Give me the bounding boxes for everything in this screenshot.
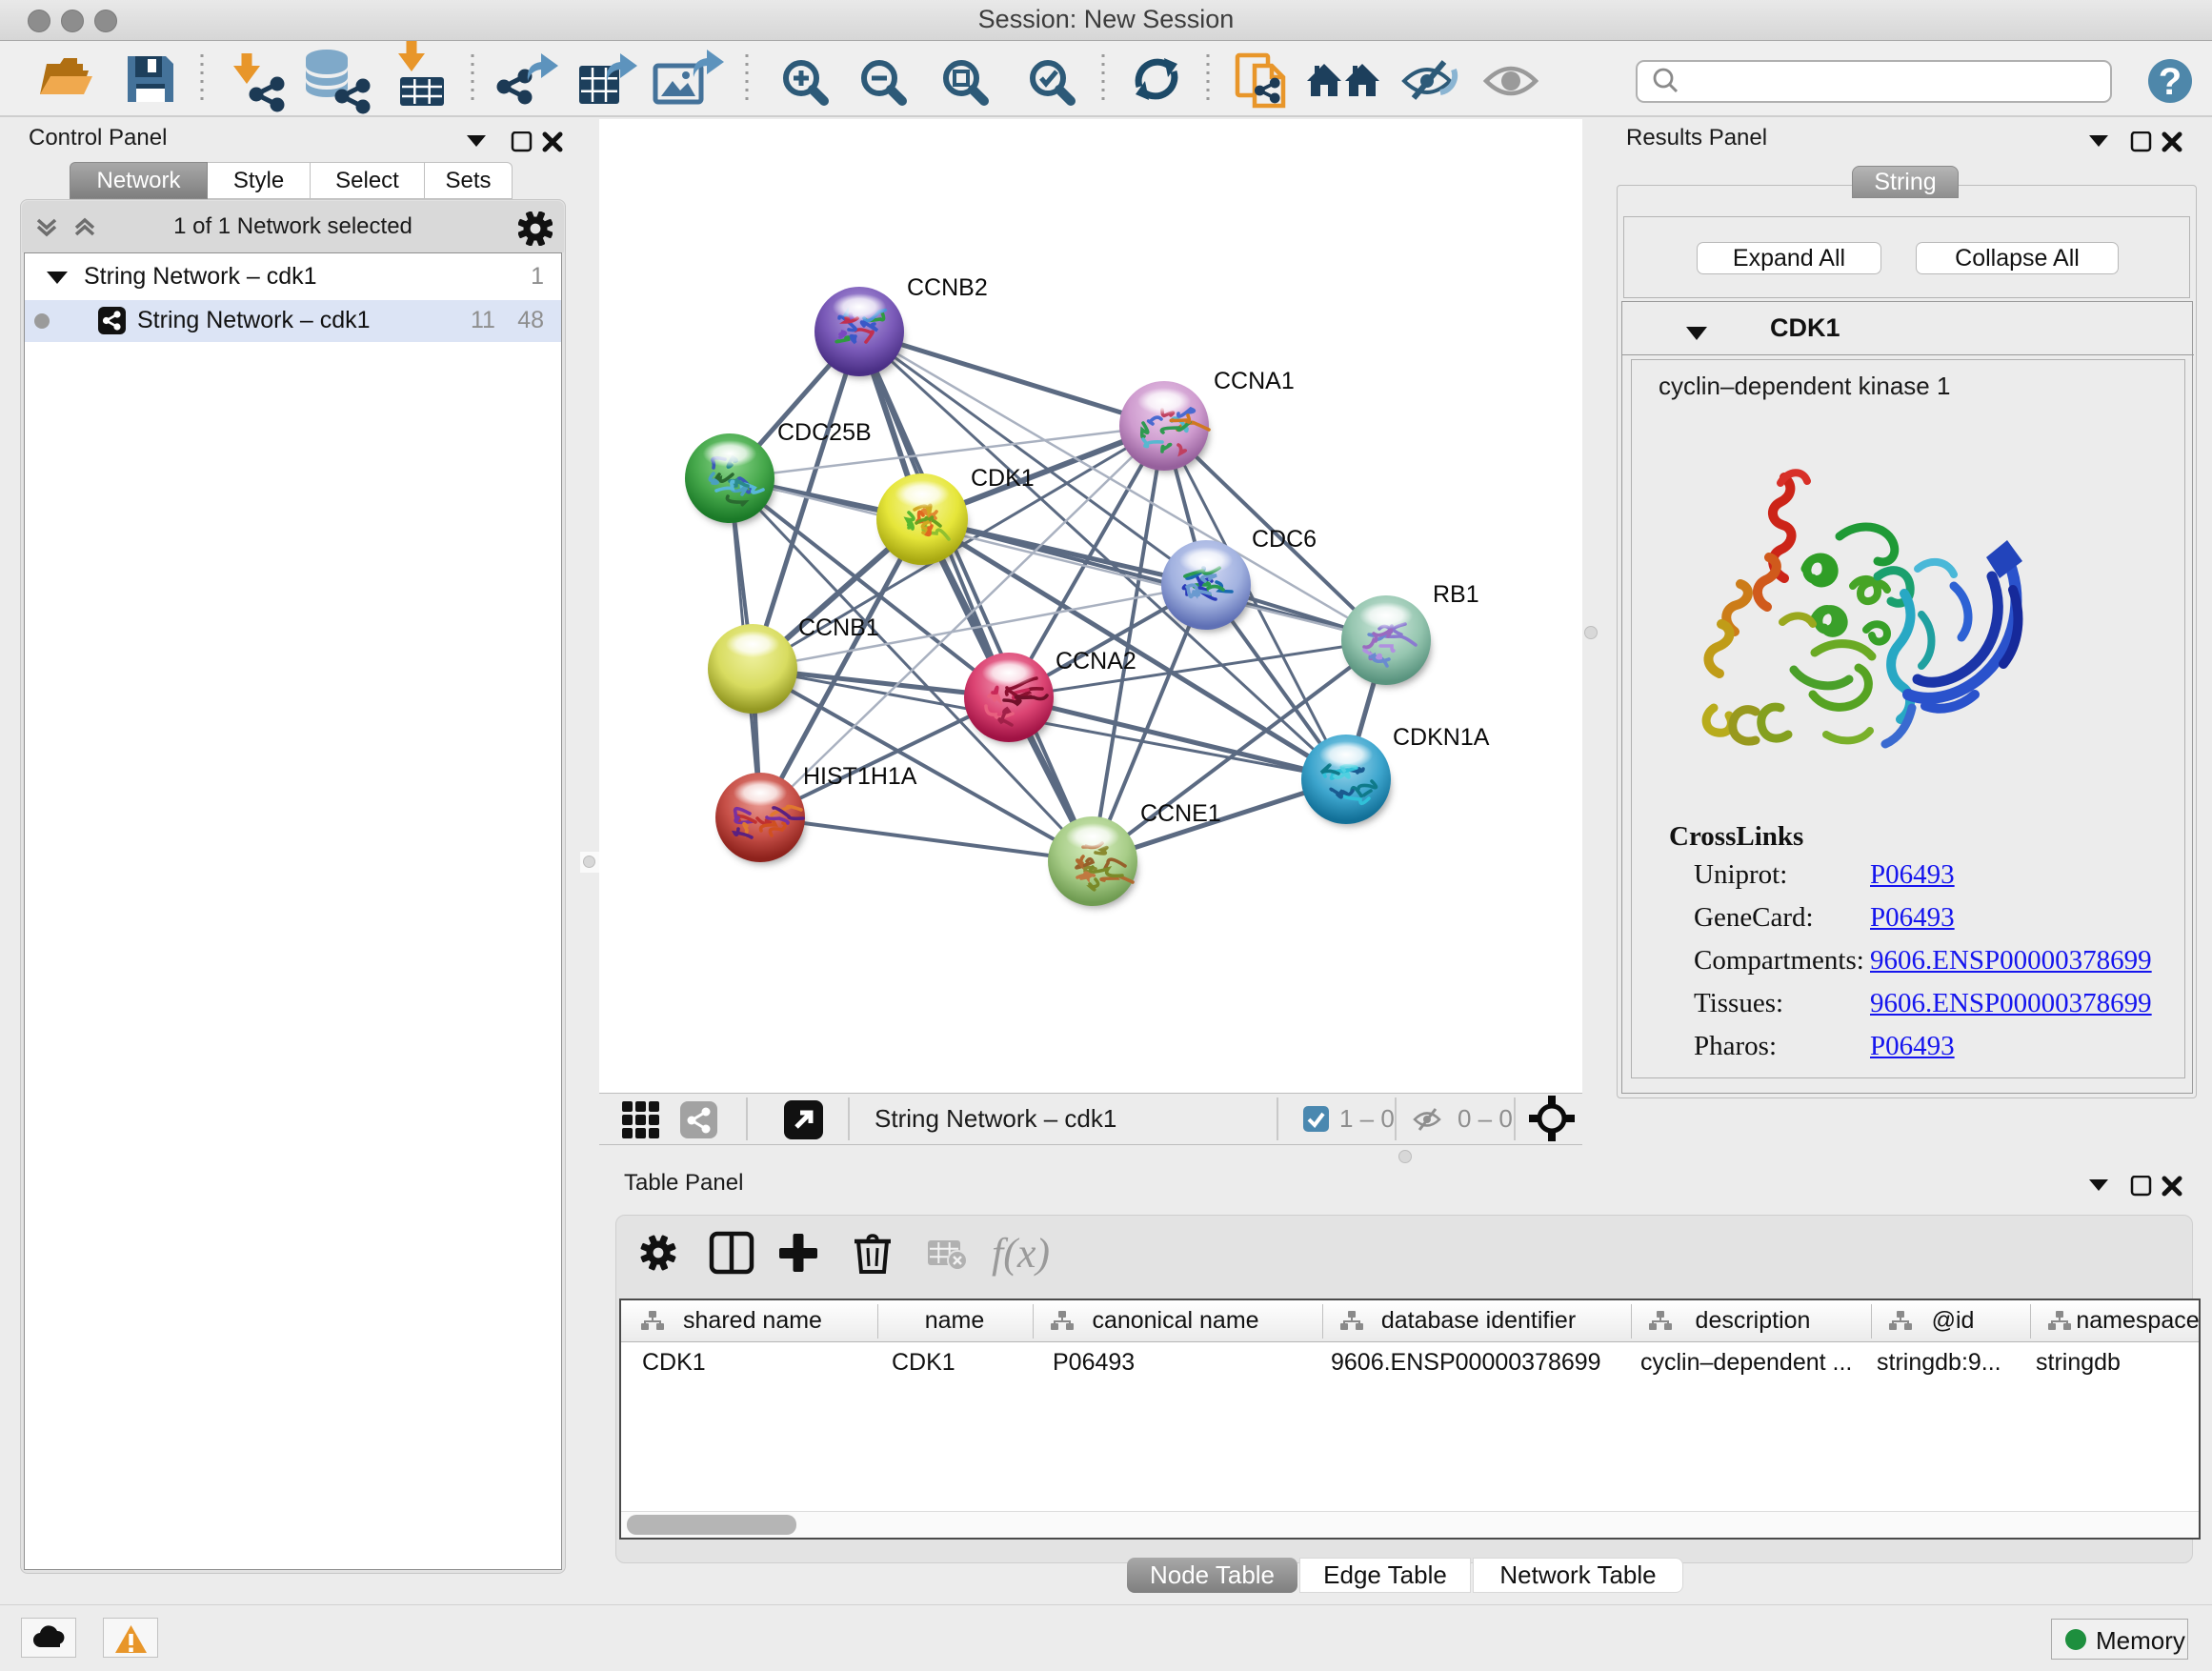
svg-text:CDKN1A: CDKN1A (1393, 724, 1490, 751)
svg-text:1 – 0: 1 – 0 (1339, 1104, 1395, 1133)
svg-text:CDK1: CDK1 (971, 465, 1035, 492)
svg-text:RB1: RB1 (1433, 581, 1479, 608)
svg-text:0 – 0: 0 – 0 (1458, 1104, 1513, 1133)
svg-text:CCNA2: CCNA2 (1056, 648, 1136, 674)
svg-text:CCNE1: CCNE1 (1140, 800, 1221, 827)
svg-text:CDC25B: CDC25B (777, 419, 872, 446)
svg-text:HIST1H1A: HIST1H1A (803, 763, 917, 790)
svg-text:CDC6: CDC6 (1252, 526, 1317, 553)
svg-text:f(x): f(x) (992, 1230, 1050, 1277)
svg-text:String Network – cdk1: String Network – cdk1 (875, 1104, 1116, 1133)
svg-text:?: ? (2159, 61, 2182, 103)
svg-text:CCNA1: CCNA1 (1214, 368, 1295, 394)
svg-text:CCNB1: CCNB1 (798, 614, 879, 641)
svg-text:CCNB2: CCNB2 (907, 274, 988, 301)
